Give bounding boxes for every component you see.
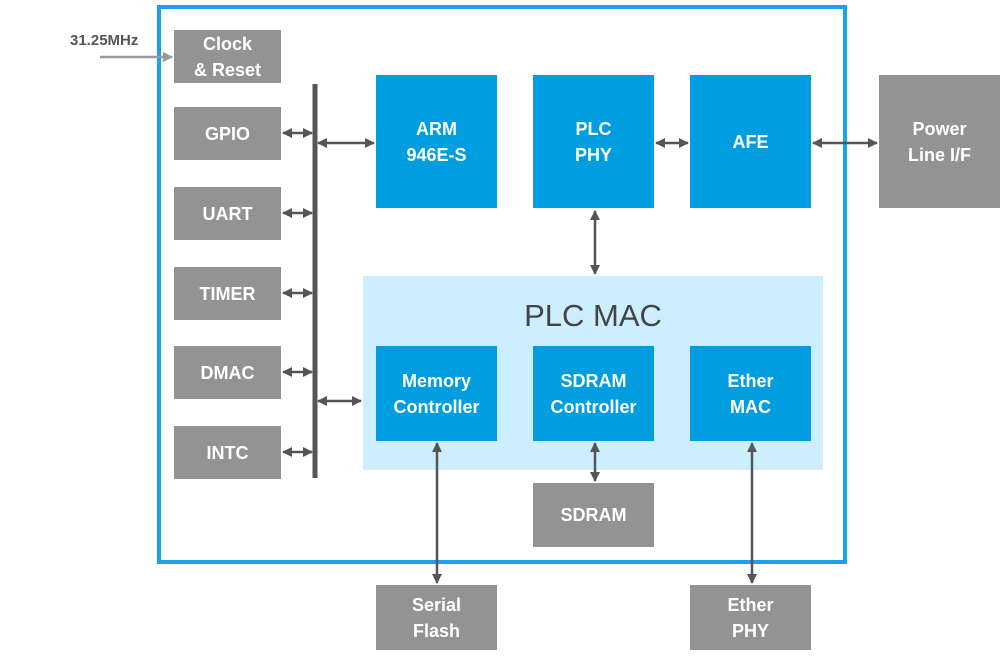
connections	[100, 52, 878, 584]
